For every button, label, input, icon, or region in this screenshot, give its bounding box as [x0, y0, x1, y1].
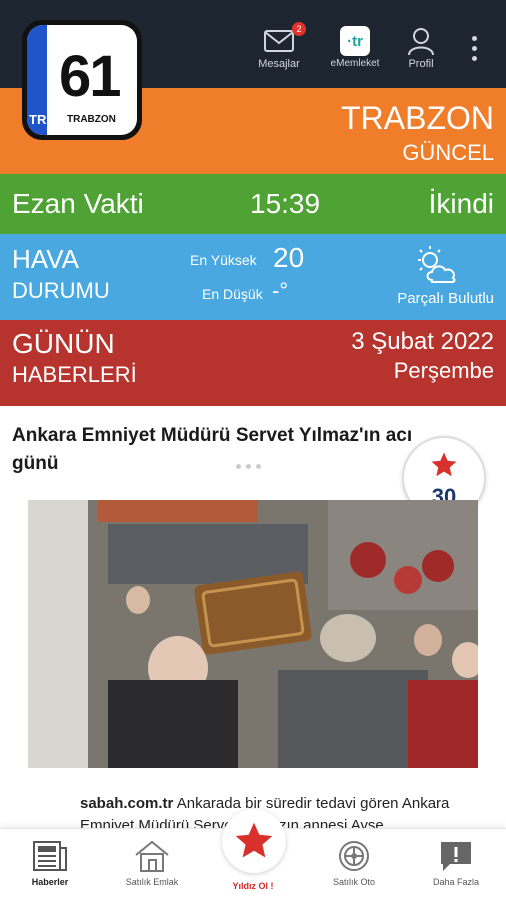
news-weekday: Perşembe: [393, 358, 494, 383]
low-temp-label: En Düşük: [202, 286, 263, 302]
logo-plate-code: TR: [29, 112, 47, 127]
profile-button[interactable]: Profil: [398, 24, 444, 70]
nav-label-news: Haberler: [31, 877, 69, 887]
weather-condition: Parçalı Bulutlu: [397, 290, 494, 307]
more-menu-icon[interactable]: [472, 36, 478, 66]
ememleket-label: eMemleket: [330, 58, 380, 69]
news-label-line2: HABERLERİ: [12, 362, 137, 387]
star-icon: [431, 452, 457, 477]
nav-item-news[interactable]: Haberler: [0, 835, 100, 887]
bottom-navigation: Haberler Satılık Emlak Yıldız Ol ! Satıl…: [0, 809, 506, 900]
nav-label-more: Daha Fazla: [432, 877, 480, 887]
prayer-time: 15:39: [250, 188, 321, 219]
more-chat-icon: [441, 842, 471, 871]
prayer-time-band[interactable]: Ezan Vakti 15:39 İkindi: [0, 174, 506, 234]
weather-label-line1: HAVA: [12, 244, 79, 274]
carousel-dots: [236, 456, 266, 474]
nav-label-cars: Satılık Oto: [332, 877, 376, 887]
nav-label-real-estate: Satılık Emlak: [125, 877, 179, 887]
logo-number: 61: [59, 44, 121, 109]
city-subtitle: GÜNCEL: [402, 140, 494, 165]
partly-cloudy-icon: [418, 246, 456, 283]
article-title[interactable]: Ankara Emniyet Müdürü Servet Yılmaz'ın a…: [12, 422, 457, 478]
profile-label: Profil: [408, 58, 434, 70]
weather-label-line2: DURUMU: [12, 278, 110, 303]
weather-band[interactable]: HAVA DURUMU En Yüksek 20 En Düşük -° Par…: [0, 234, 506, 320]
low-temp-value: -°: [272, 278, 289, 303]
article-photo[interactable]: [28, 500, 478, 768]
ememleket-button[interactable]: ·tr eMemleket: [325, 24, 385, 69]
logo-city: TRABZON: [67, 114, 116, 125]
nav-item-more[interactable]: Daha Fazla: [406, 835, 506, 887]
daily-news-band[interactable]: GÜNÜN HABERLERİ 3 Şubat 2022 Perşembe: [0, 320, 506, 406]
article-source: sabah.com.tr: [80, 795, 174, 812]
nav-item-cars[interactable]: Satılık Oto: [304, 835, 404, 887]
nav-item-be-star[interactable]: [222, 809, 286, 873]
high-temp-label: En Yüksek: [190, 252, 257, 268]
prayer-label: Ezan Vakti: [12, 188, 144, 219]
news-label-line1: GÜNÜN: [12, 328, 115, 359]
city-title: TRABZON: [341, 100, 494, 136]
star-icon: [235, 822, 273, 858]
house-icon: [135, 840, 169, 872]
article-photo-illustration: [28, 500, 478, 768]
user-icon: [408, 28, 434, 56]
newspaper-icon: [33, 841, 67, 871]
prayer-name: İkindi: [428, 188, 494, 219]
app-logo[interactable]: TR 61 TRABZON: [22, 20, 142, 140]
ememleket-icon: ·tr: [340, 26, 370, 56]
nav-item-real-estate[interactable]: Satılık Emlak: [102, 835, 202, 887]
wheel-icon: [339, 841, 369, 871]
nav-label-be-star: Yıldız Ol !: [232, 881, 274, 891]
messages-badge: 2: [292, 22, 306, 36]
high-temp-value: 20: [273, 242, 305, 273]
news-date: 3 Şubat 2022: [351, 328, 494, 355]
messages-button[interactable]: 2 Mesajlar: [250, 22, 308, 70]
messages-label: Mesajlar: [258, 58, 300, 70]
mail-icon: [264, 30, 294, 52]
